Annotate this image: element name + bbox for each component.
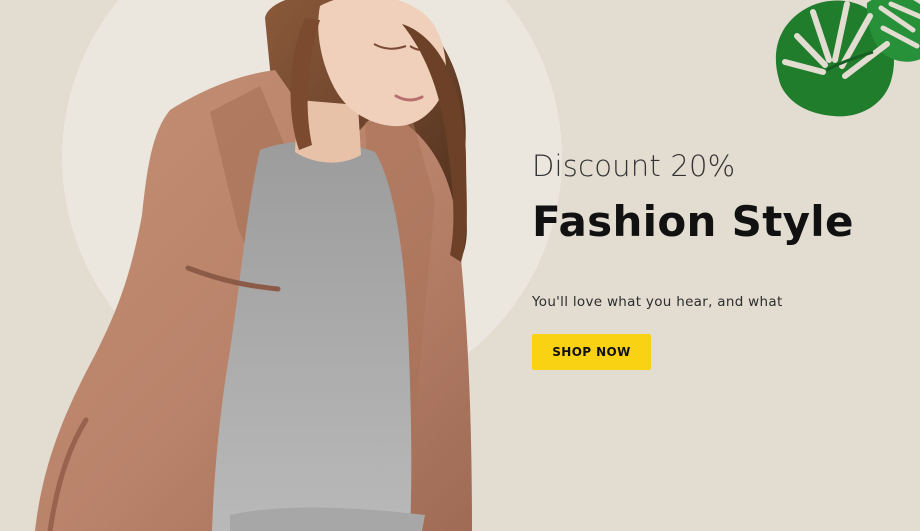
tagline-text: You'll love what you hear, and what: [532, 294, 783, 310]
discount-label: Discount 20%: [532, 149, 736, 183]
hero-banner: Discount 20% Fashion Style You'll love w…: [0, 0, 920, 531]
shop-now-button[interactable]: SHOP NOW: [532, 334, 651, 370]
monstera-leaf-icon: [775, 0, 920, 117]
promo-text-block: Discount 20% Fashion Style You'll love w…: [532, 146, 902, 370]
model-image: [35, 0, 472, 531]
page-title: Fashion Style: [532, 197, 854, 246]
